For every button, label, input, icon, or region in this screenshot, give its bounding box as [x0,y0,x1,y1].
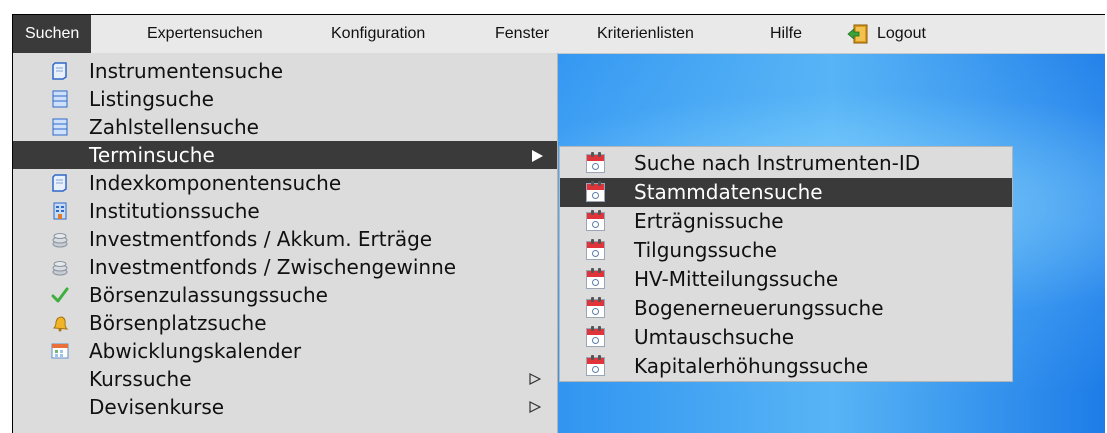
coins-icon [52,233,68,248]
calendar-search-icon [586,297,605,318]
logout-label: Logout [877,25,926,42]
menu-konfiguration[interactable]: Konfiguration [331,15,425,53]
calendar-search-icon [586,181,605,202]
menu-item-label: Abwicklungskalender [89,339,302,363]
menu-item-investmentfonds-zwischengewinne[interactable]: Investmentfonds / Zwischengewinne [13,253,557,281]
menu-item-label: Börsenplatzsuche [89,311,267,335]
menu-item-label: Investmentfonds / Zwischengewinne [89,255,457,279]
menu-item-zahlstellensuche[interactable]: Zahlstellensuche [13,113,557,141]
submenu-item-bogenerneuerungssuche[interactable]: Bogenerneuerungssuche [560,294,1012,323]
menu-item-label: Investmentfonds / Akkum. Erträge [89,227,433,251]
calendar-search-icon [586,355,605,376]
calendar-search-icon [586,326,605,347]
menu-item-label: Indexkomponentensuche [89,171,342,195]
submenu-item-label: Tilgungssuche [634,238,777,262]
submenu-item-tilgungssuche[interactable]: Tilgungssuche [560,236,1012,265]
submenu-item-label: Umtauschsuche [634,325,795,349]
menu-item-label: Zahlstellensuche [89,115,259,139]
menu-expertensuchen[interactable]: Expertensuchen [147,15,263,53]
menu-item-boersenplatzsuche[interactable]: Börsenplatzsuche [13,309,557,337]
menu-item-institutionssuche[interactable]: Institutionssuche [13,197,557,225]
menu-kriterienlisten[interactable]: Kriterienlisten [597,15,694,53]
submenu-arrow-icon [529,373,541,385]
checkmark-icon [51,287,69,303]
calendar-search-icon [586,268,605,289]
menu-item-devisenkurse[interactable]: Devisenkurse [13,393,557,421]
submenu-item-ertraegnissuche[interactable]: Erträgnissuche [560,207,1012,236]
calendar-search-icon [586,239,605,260]
suchen-dropdown: Instrumentensuche Listingsuche Zahlstell… [13,53,558,433]
menu-item-label: Börsenzulassungssuche [89,283,328,307]
menu-item-listingsuche[interactable]: Listingsuche [13,85,557,113]
menu-item-label: Institutionssuche [89,199,260,223]
menu-item-boersenzulassungssuche[interactable]: Börsenzulassungssuche [13,281,557,309]
menu-item-label: Listingsuche [89,87,214,111]
stacked-windows-icon [52,118,68,136]
calendar-search-icon [586,210,605,231]
bell-icon [52,316,69,332]
calendar-grid-icon [51,343,69,359]
submenu-item-label: Bogenerneuerungssuche [634,296,884,320]
menu-item-abwicklungskalender[interactable]: Abwicklungskalender [13,337,557,365]
menu-item-instrumentensuche[interactable]: Instrumentensuche [13,57,557,85]
logout-door-icon [847,24,868,44]
submenu-arrow-icon [532,150,543,162]
menu-item-investmentfonds-akkum[interactable]: Investmentfonds / Akkum. Erträge [13,225,557,253]
coins-icon [52,261,68,276]
document-icon [52,174,67,192]
submenu-item-umtauschsuche[interactable]: Umtauschsuche [560,323,1012,352]
document-icon [52,62,67,80]
menu-item-label: Kurssuche [89,367,192,391]
menu-item-indexkomponentensuche[interactable]: Indexkomponentensuche [13,169,557,197]
terminsuche-submenu: Suche nach Instrumenten-ID Stammdatensuc… [559,146,1013,382]
menubar: Suchen Expertensuchen Konfiguration Fens… [13,15,1105,54]
calendar-search-icon [586,152,605,173]
menu-item-label: Instrumentensuche [89,59,284,83]
menu-item-label: Devisenkurse [89,395,225,419]
menu-hilfe[interactable]: Hilfe [770,15,802,53]
submenu-item-label: Suche nach Instrumenten-ID [634,151,921,175]
menu-item-kurssuche[interactable]: Kurssuche [13,365,557,393]
logout-button[interactable]: Logout [847,15,957,53]
menu-item-label: Terminsuche [89,143,215,167]
submenu-item-stammdatensuche[interactable]: Stammdatensuche [560,178,1012,207]
app-frame: Suchen Expertensuchen Konfiguration Fens… [12,14,1105,433]
submenu-item-suche-nach-instrumenten-id[interactable]: Suche nach Instrumenten-ID [560,149,1012,178]
submenu-item-hv-mitteilungssuche[interactable]: HV-Mitteilungssuche [560,265,1012,294]
stacked-windows-icon [52,90,68,108]
submenu-item-label: HV-Mitteilungssuche [634,267,839,291]
submenu-item-label: Stammdatensuche [634,180,823,204]
menu-fenster[interactable]: Fenster [495,15,549,53]
submenu-item-kapitalerhoehungssuche[interactable]: Kapitalerhöhungssuche [560,352,1012,381]
building-icon [53,202,67,220]
submenu-arrow-icon [529,401,541,413]
menu-item-terminsuche[interactable]: Terminsuche [13,141,557,169]
submenu-item-label: Erträgnissuche [634,209,784,233]
menu-suchen[interactable]: Suchen [13,15,92,53]
submenu-item-label: Kapitalerhöhungssuche [634,354,869,378]
